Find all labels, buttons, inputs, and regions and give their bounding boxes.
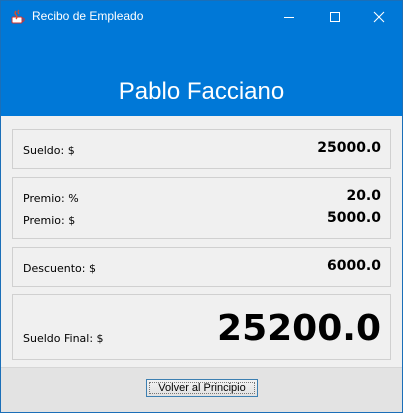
- salary-panel: Sueldo: $ 25000.0: [12, 129, 391, 169]
- discount-label: Descuento: $: [23, 262, 96, 275]
- back-to-start-button[interactable]: Volver al Principio: [146, 379, 258, 397]
- minimize-button[interactable]: [266, 1, 312, 32]
- salary-label: Sueldo: $: [23, 144, 75, 157]
- receipt-window: Recibo de Empleado Pablo Facciano Sueldo…: [0, 0, 403, 413]
- employee-name: Pablo Facciano: [118, 78, 285, 105]
- maximize-button[interactable]: [312, 1, 358, 32]
- bonus-percent-value: 20.0: [346, 188, 381, 204]
- bonus-percent-label: Premio: %: [23, 192, 79, 205]
- salary-value: 25000.0: [317, 140, 381, 156]
- minimize-icon: [284, 17, 294, 18]
- discount-value: 6000.0: [326, 258, 381, 274]
- focus-ring: [149, 382, 255, 394]
- final-salary-panel: Sueldo Final: $ 25200.0: [12, 294, 391, 360]
- bonus-panel: Premio: % 20.0 Premio: $ 5000.0: [12, 177, 391, 239]
- employee-header: Pablo Facciano: [1, 32, 402, 116]
- footer-bar: Volver al Principio: [1, 367, 402, 412]
- maximize-icon: [330, 12, 340, 22]
- bonus-amount-label: Premio: $: [23, 214, 76, 227]
- window-title: Recibo de Empleado: [32, 9, 144, 23]
- final-salary-label: Sueldo Final: $: [23, 332, 104, 345]
- close-icon: [373, 11, 385, 23]
- close-button[interactable]: [356, 1, 402, 32]
- discount-panel: Descuento: $ 6000.0: [12, 247, 391, 287]
- title-bar[interactable]: Recibo de Empleado: [1, 1, 402, 32]
- final-salary-value: 25200.0: [217, 308, 381, 349]
- java-icon: [10, 9, 26, 25]
- bonus-amount-value: 5000.0: [326, 210, 381, 226]
